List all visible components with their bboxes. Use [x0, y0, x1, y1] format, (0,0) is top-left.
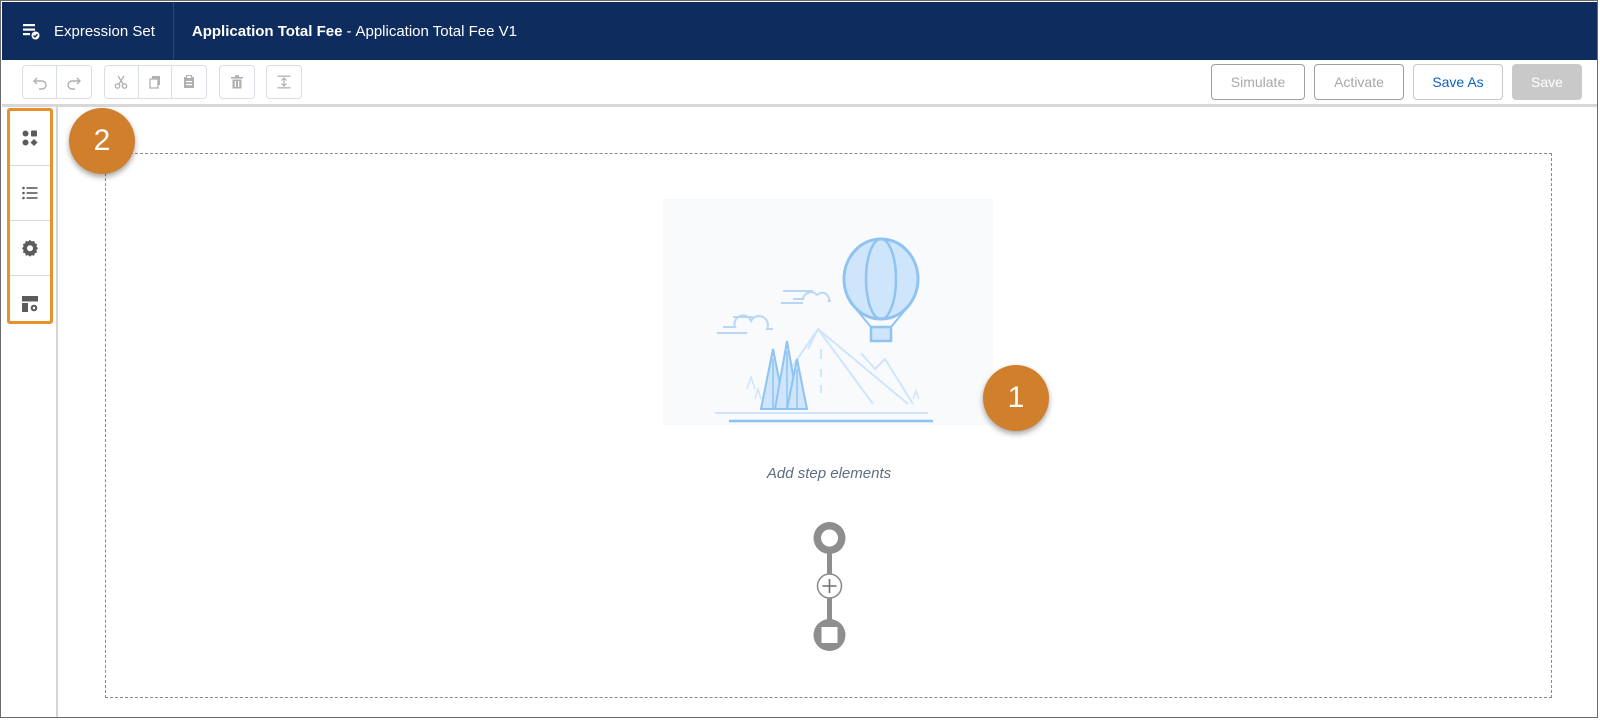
rail-item-layout[interactable]: [10, 276, 50, 331]
app-header: Expression Set Application Total Fee - A…: [2, 2, 1597, 60]
delete-icon: [231, 75, 243, 89]
delete-group: [219, 65, 255, 99]
history-group: [22, 65, 92, 99]
layout-group: [266, 65, 302, 99]
rail-item-properties[interactable]: [10, 221, 50, 276]
undo-icon: [32, 77, 47, 90]
app-switcher[interactable]: Expression Set: [2, 2, 174, 60]
settings-gear-icon: [22, 239, 38, 257]
undo-button[interactable]: [23, 66, 57, 98]
delete-button[interactable]: [220, 66, 254, 98]
redo-icon: [67, 77, 81, 90]
clipboard-group: [104, 65, 207, 99]
paste-button[interactable]: [172, 66, 206, 98]
paste-icon: [184, 75, 195, 88]
auto-align-button[interactable]: [267, 66, 301, 98]
layout-settings-icon: [22, 295, 38, 312]
list-icon: [22, 186, 38, 200]
app-label: Expression Set: [54, 22, 155, 40]
flow-diagram: [813, 522, 846, 651]
toolbar: Simulate Activate Save As Save: [2, 60, 1597, 107]
activate-button[interactable]: Activate: [1314, 64, 1404, 100]
page-title: Application Total Fee - Application Tota…: [174, 23, 517, 40]
elements-icon: [22, 130, 38, 146]
save-as-button[interactable]: Save As: [1413, 64, 1503, 100]
callout-badge-2: 2: [69, 108, 135, 174]
end-node[interactable]: [813, 619, 846, 651]
copy-icon: [149, 76, 160, 89]
redo-button[interactable]: [57, 66, 91, 98]
add-element-button[interactable]: [816, 573, 843, 599]
hot-air-balloon-icon: [715, 237, 933, 423]
left-rail: [2, 107, 58, 717]
rail-item-resources[interactable]: [10, 166, 50, 221]
simulate-button[interactable]: Simulate: [1211, 64, 1305, 100]
expression-set-icon: [23, 24, 40, 40]
app-window: Expression Set Application Total Fee - A…: [0, 0, 1598, 718]
align-icon: [277, 75, 291, 89]
empty-state-illustration: [663, 199, 993, 425]
empty-state-text: Add step elements: [766, 465, 892, 482]
cut-button[interactable]: [105, 66, 139, 98]
copy-button[interactable]: [139, 66, 173, 98]
start-node[interactable]: [813, 522, 846, 554]
rail-item-elements[interactable]: [10, 111, 50, 166]
save-button[interactable]: Save: [1512, 64, 1582, 100]
version-name: Application Total Fee V1: [355, 22, 517, 40]
callout-badge-1: 1: [983, 365, 1049, 431]
title-separator: -: [346, 22, 352, 40]
expression-set-name: Application Total Fee: [191, 22, 343, 40]
cut-icon: [114, 75, 128, 89]
rail-panel-highlight: [7, 108, 53, 324]
